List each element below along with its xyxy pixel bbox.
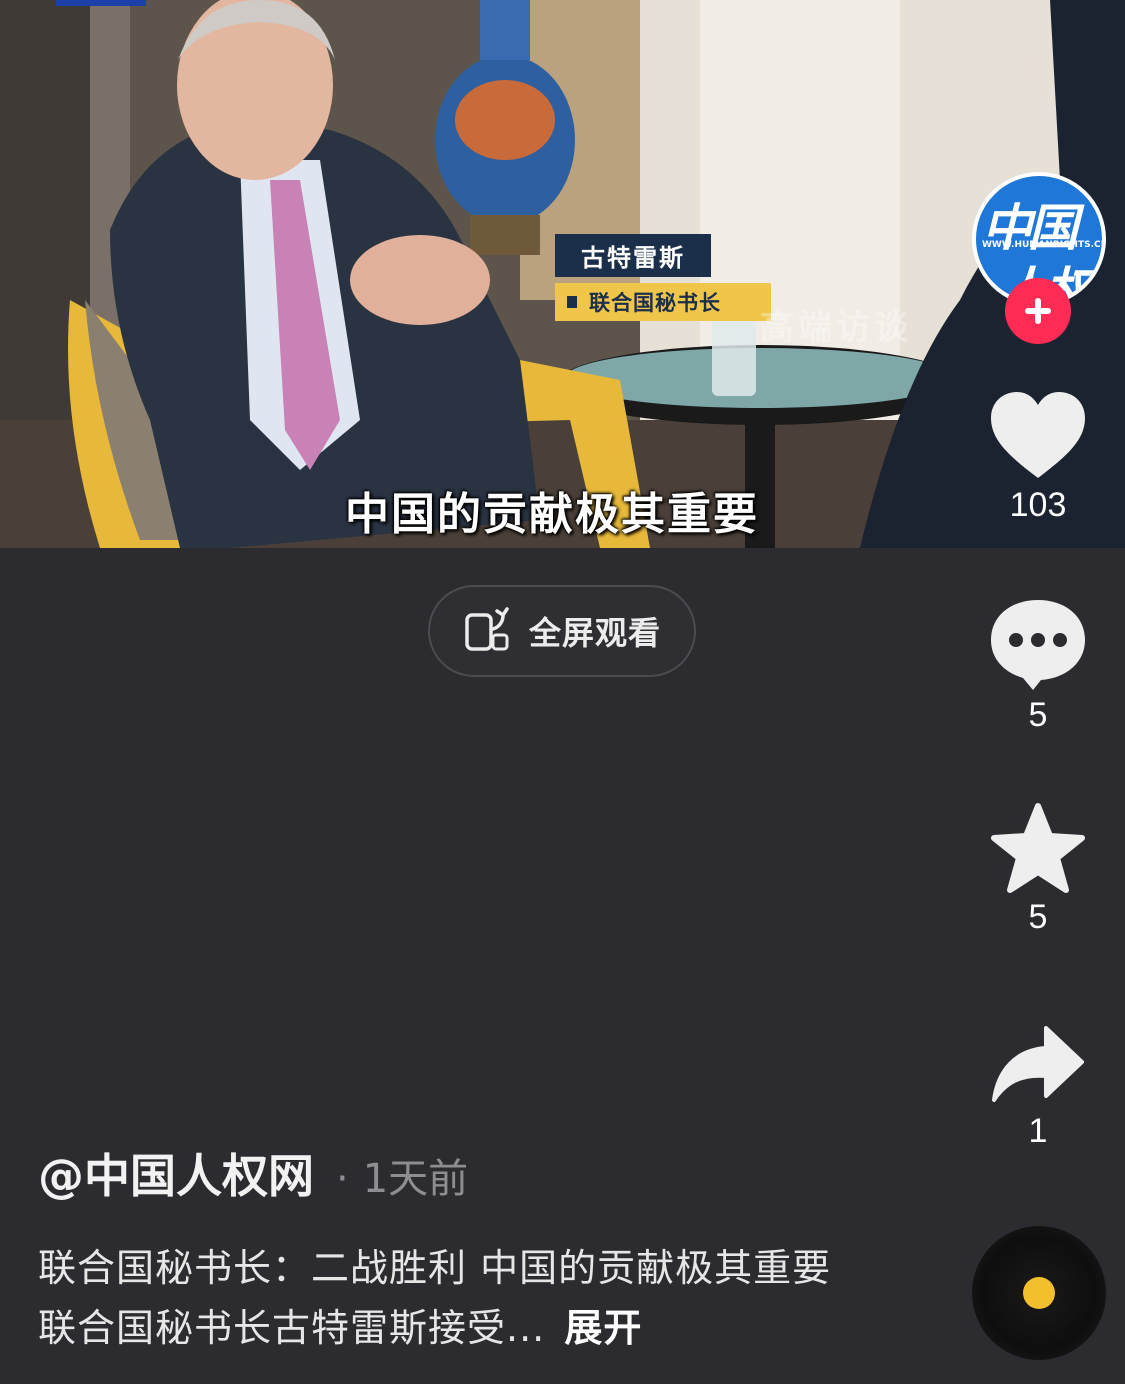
share-count: 1 (1028, 1112, 1048, 1150)
fullscreen-button[interactable]: 全屏观看 (428, 585, 696, 677)
plus-icon (1025, 298, 1051, 324)
share-arrow-icon (992, 1026, 1084, 1102)
post-time: 1天前 (362, 1156, 469, 1202)
favorite-count: 5 (1028, 898, 1048, 936)
music-disc[interactable] (972, 1226, 1106, 1360)
share-button[interactable]: 1 (980, 1022, 1096, 1151)
avatar-url-text: WWW.HUMANRIGHTS.CN (982, 240, 1106, 250)
channel-tab-marker (56, 0, 146, 6)
author-avatar-group: 中国 WWW.HUMANRIGHTS.CN 人权 (972, 172, 1108, 344)
comment-button[interactable]: 5 (980, 596, 1096, 735)
expand-button[interactable]: 展开 (564, 1306, 642, 1350)
meta-separator: · (336, 1156, 349, 1202)
post-description-text: 联合国秘书长：二战胜利 中国的贡献极其重要 联合国秘书长古特雷斯接受... (38, 1246, 832, 1350)
like-button[interactable]: 103 (980, 390, 1096, 525)
comment-count: 5 (1028, 696, 1048, 734)
speaker-name: 古特雷斯 (555, 234, 711, 277)
disc-center-icon (1023, 1277, 1055, 1309)
program-watermark: 高端访谈 (760, 308, 912, 348)
favorite-button[interactable]: 5 (980, 802, 1096, 937)
video-player[interactable]: 古特雷斯 联合国秘书长 高端访谈 中国的贡献极其重要 (0, 0, 1125, 548)
role-marker (567, 296, 577, 308)
rotate-screen-icon (463, 605, 515, 657)
heart-icon (991, 392, 1085, 478)
lower-third-name-card: 古特雷斯 联合国秘书长 (555, 234, 771, 321)
post-description[interactable]: 联合国秘书长：二战胜利 中国的贡献极其重要 联合国秘书长古特雷斯接受... 展开 (38, 1238, 858, 1358)
fullscreen-label: 全屏观看 (528, 614, 661, 652)
chat-bubble-icon (991, 600, 1085, 690)
speaker-role: 联合国秘书长 (555, 283, 771, 321)
follow-button[interactable] (1005, 278, 1071, 344)
speaker-role-text: 联合国秘书长 (589, 290, 721, 315)
author-name[interactable]: @中国人权网 (38, 1140, 314, 1206)
star-icon (991, 803, 1085, 893)
video-subtitle: 中国的贡献极其重要 (345, 489, 759, 540)
author-line: @中国人权网 · 1天前 (38, 1140, 468, 1206)
like-count: 103 (1009, 486, 1067, 524)
